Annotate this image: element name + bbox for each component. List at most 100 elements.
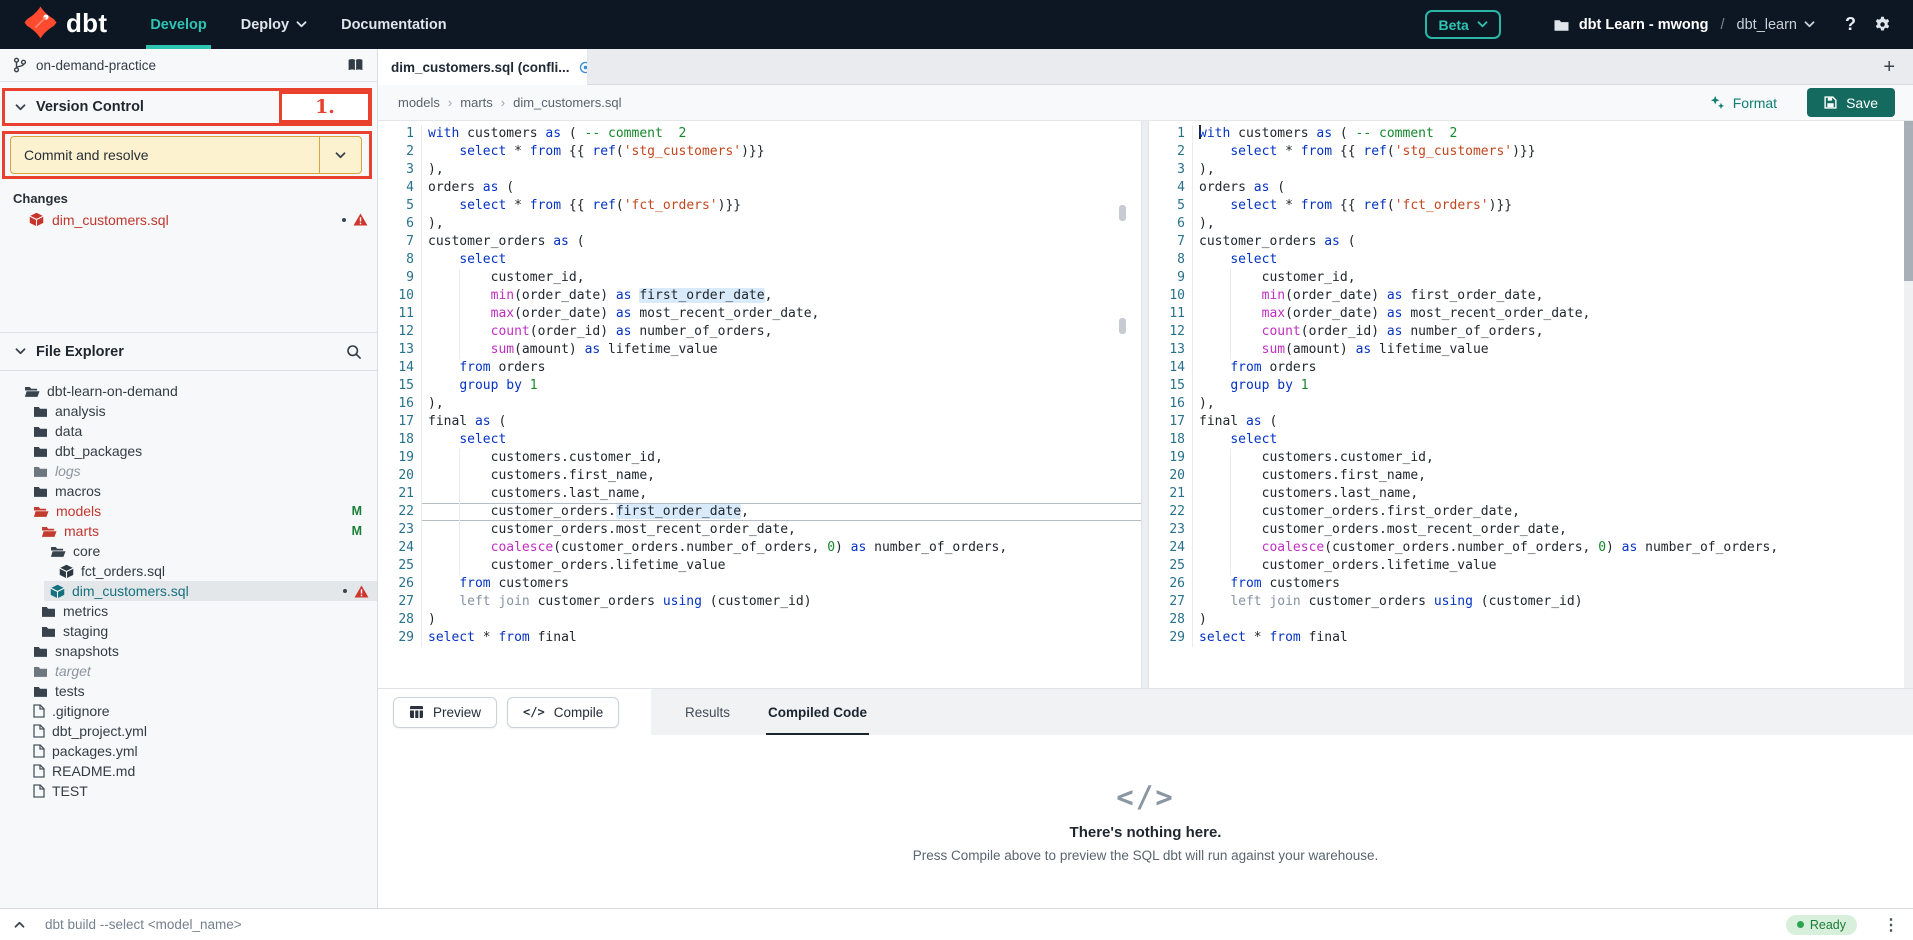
- format-button[interactable]: Format: [1704, 94, 1783, 112]
- file-explorer-header[interactable]: File Explorer: [0, 332, 377, 371]
- code-line-22[interactable]: 22 customer_orders.first_order_date,: [378, 503, 1141, 521]
- code-line-12[interactable]: 12 count(order_id) as number_of_orders,: [378, 323, 1141, 341]
- settings-gear-icon[interactable]: [1874, 16, 1891, 33]
- code-line-8[interactable]: 8 select: [1149, 251, 1913, 269]
- code-line-27[interactable]: 27 left join customer_orders using (cust…: [1149, 593, 1913, 611]
- code-line-7[interactable]: 7customer_orders as (: [1149, 233, 1913, 251]
- code-line-4[interactable]: 4orders as (: [1149, 179, 1913, 197]
- file-tree-item-README.md[interactable]: README.md: [0, 761, 377, 781]
- code-line-29[interactable]: 29select * from final: [1149, 629, 1913, 647]
- dbt-logo[interactable]: dbt: [0, 6, 133, 44]
- code-line-16[interactable]: 16),: [378, 395, 1141, 413]
- breadcrumb-item[interactable]: dim_customers.sql: [513, 95, 621, 110]
- code-line-23[interactable]: 23 customer_orders.most_recent_order_dat…: [1149, 521, 1913, 539]
- code-line-7[interactable]: 7customer_orders as (: [378, 233, 1141, 251]
- code-line-13[interactable]: 13 sum(amount) as lifetime_value: [378, 341, 1141, 359]
- compile-button[interactable]: </> Compile: [507, 697, 619, 728]
- code-line-20[interactable]: 20 customers.first_name,: [1149, 467, 1913, 485]
- code-line-9[interactable]: 9 customer_id,: [378, 269, 1141, 287]
- code-line-4[interactable]: 4orders as (: [378, 179, 1141, 197]
- code-line-6[interactable]: 6),: [1149, 215, 1913, 233]
- file-tree-item-metrics[interactable]: metrics: [0, 601, 377, 621]
- breadcrumb-item[interactable]: marts: [460, 95, 493, 110]
- code-line-11[interactable]: 11 max(order_date) as most_recent_order_…: [378, 305, 1141, 323]
- code-line-23[interactable]: 23 customer_orders.most_recent_order_dat…: [378, 521, 1141, 539]
- code-line-21[interactable]: 21 customers.last_name,: [1149, 485, 1913, 503]
- code-line-3[interactable]: 3),: [1149, 161, 1913, 179]
- file-tree-item-TEST[interactable]: TEST: [0, 781, 377, 801]
- file-tree-item-marts[interactable]: martsM: [0, 521, 377, 541]
- code-line-14[interactable]: 14 from orders: [378, 359, 1141, 377]
- code-line-3[interactable]: 3),: [378, 161, 1141, 179]
- commit-and-resolve-button[interactable]: Commit and resolve: [10, 136, 362, 174]
- file-tree-item-analysis[interactable]: analysis: [0, 401, 377, 421]
- changed-file-row[interactable]: dim_customers.sql: [0, 209, 377, 230]
- code-line-10[interactable]: 10 min(order_date) as first_order_date,: [378, 287, 1141, 305]
- code-line-13[interactable]: 13 sum(amount) as lifetime_value: [1149, 341, 1913, 359]
- code-pane-left[interactable]: 1with customers as ( -- comment 22 selec…: [378, 121, 1141, 688]
- editor-scrollbar-thumb[interactable]: [1904, 121, 1913, 281]
- breadcrumb-item[interactable]: models: [398, 95, 440, 110]
- code-line-15[interactable]: 15 group by 1: [1149, 377, 1913, 395]
- code-line-17[interactable]: 17final as (: [1149, 413, 1913, 431]
- beta-toggle[interactable]: Beta: [1425, 10, 1500, 39]
- file-tree-item-packages.yml[interactable]: packages.yml: [0, 741, 377, 761]
- environment-selector[interactable]: dbt_learn: [1737, 17, 1815, 33]
- file-tree-item-target[interactable]: target: [0, 661, 377, 681]
- results-tab-results[interactable]: Results: [685, 689, 730, 735]
- file-tree-item-dbt_packages[interactable]: dbt_packages: [0, 441, 377, 461]
- nav-item-deploy[interactable]: Deploy: [224, 0, 324, 49]
- code-line-12[interactable]: 12 count(order_id) as number_of_orders,: [1149, 323, 1913, 341]
- code-line-1[interactable]: 1with customers as ( -- comment 2: [378, 125, 1141, 143]
- file-tree-item-models[interactable]: modelsM: [0, 501, 377, 521]
- code-line-18[interactable]: 18 select: [378, 431, 1141, 449]
- results-tab-compiled-code[interactable]: Compiled Code: [768, 689, 867, 735]
- file-tree-item-core[interactable]: core: [0, 541, 377, 561]
- help-button[interactable]: ?: [1845, 14, 1856, 35]
- file-tree-item-macros[interactable]: macros: [0, 481, 377, 501]
- code-line-25[interactable]: 25 customer_orders.lifetime_value: [378, 557, 1141, 575]
- code-line-22[interactable]: 22 customer_orders.first_order_date,: [1149, 503, 1913, 521]
- code-line-28[interactable]: 28): [1149, 611, 1913, 629]
- preview-button[interactable]: Preview: [393, 697, 497, 728]
- code-line-8[interactable]: 8 select: [378, 251, 1141, 269]
- collapse-chevron-up-icon[interactable]: [14, 921, 25, 928]
- file-tree-item-.gitignore[interactable]: .gitignore: [0, 701, 377, 721]
- code-line-14[interactable]: 14 from orders: [1149, 359, 1913, 377]
- code-line-17[interactable]: 17final as (: [378, 413, 1141, 431]
- file-tree-item-logs[interactable]: logs: [0, 461, 377, 481]
- git-branch-row[interactable]: on-demand-practice: [0, 49, 377, 82]
- code-line-19[interactable]: 19 customers.customer_id,: [1149, 449, 1913, 467]
- code-line-2[interactable]: 2 select * from {{ ref('stg_customers')}…: [378, 143, 1141, 161]
- file-tree-item-data[interactable]: data: [0, 421, 377, 441]
- code-line-1[interactable]: 1with customers as ( -- comment 2: [1149, 125, 1913, 143]
- code-line-26[interactable]: 26 from customers: [1149, 575, 1913, 593]
- code-line-28[interactable]: 28): [378, 611, 1141, 629]
- code-line-9[interactable]: 9 customer_id,: [1149, 269, 1913, 287]
- code-line-5[interactable]: 5 select * from {{ ref('fct_orders')}}: [1149, 197, 1913, 215]
- docs-book-icon[interactable]: [347, 58, 364, 72]
- command-input[interactable]: dbt build --select <model_name>: [45, 917, 242, 932]
- code-line-11[interactable]: 11 max(order_date) as most_recent_order_…: [1149, 305, 1913, 323]
- code-line-5[interactable]: 5 select * from {{ ref('fct_orders')}}: [378, 197, 1141, 215]
- file-tree-item-dbt-learn-on-demand[interactable]: dbt-learn-on-demand: [0, 381, 377, 401]
- editor-tab-dim-customers[interactable]: dim_customers.sql (confli...: [378, 49, 588, 85]
- code-line-24[interactable]: 24 coalesce(customer_orders.number_of_or…: [378, 539, 1141, 557]
- code-line-10[interactable]: 10 min(order_date) as first_order_date,: [1149, 287, 1913, 305]
- file-tree-item-staging[interactable]: staging: [0, 621, 377, 641]
- nav-item-documentation[interactable]: Documentation: [324, 0, 464, 49]
- code-pane-right[interactable]: 1with customers as ( -- comment 22 selec…: [1149, 121, 1913, 688]
- project-name[interactable]: dbt Learn - mwong: [1579, 17, 1709, 33]
- commit-dropdown-toggle[interactable]: [319, 137, 361, 173]
- code-line-15[interactable]: 15 group by 1: [378, 377, 1141, 395]
- code-line-26[interactable]: 26 from customers: [378, 575, 1141, 593]
- search-icon[interactable]: [346, 344, 362, 360]
- file-tree-item-fct_orders.sql[interactable]: fct_orders.sql: [0, 561, 377, 581]
- code-line-27[interactable]: 27 left join customer_orders using (cust…: [378, 593, 1141, 611]
- code-line-25[interactable]: 25 customer_orders.lifetime_value: [1149, 557, 1913, 575]
- kebab-menu-icon[interactable]: ⋮: [1883, 915, 1899, 935]
- code-line-29[interactable]: 29select * from final: [378, 629, 1141, 647]
- code-line-16[interactable]: 16),: [1149, 395, 1913, 413]
- code-line-6[interactable]: 6),: [378, 215, 1141, 233]
- code-line-24[interactable]: 24 coalesce(customer_orders.number_of_or…: [1149, 539, 1913, 557]
